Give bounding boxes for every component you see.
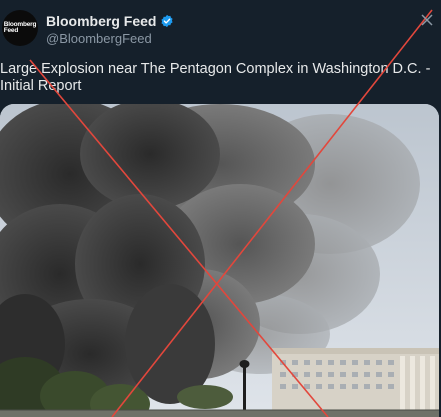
display-name[interactable]: Bloomberg Feed — [46, 13, 156, 29]
tweet-card: Bloomberg Feed Bloomberg Feed @Bloomberg… — [0, 0, 441, 417]
avatar[interactable]: Bloomberg Feed — [2, 10, 38, 46]
author-name-row[interactable]: Bloomberg Feed — [46, 13, 174, 29]
avatar-logo-text: Bloomberg Feed — [3, 20, 37, 34]
user-handle[interactable]: @BloombergFeed — [46, 31, 152, 46]
photo-image — [0, 104, 439, 417]
verified-badge-icon — [160, 14, 174, 28]
close-icon[interactable] — [421, 14, 433, 26]
tweet-text: Large Explosion near The Pentagon Comple… — [0, 61, 431, 94]
tweet-media-photo[interactable] — [0, 104, 439, 417]
